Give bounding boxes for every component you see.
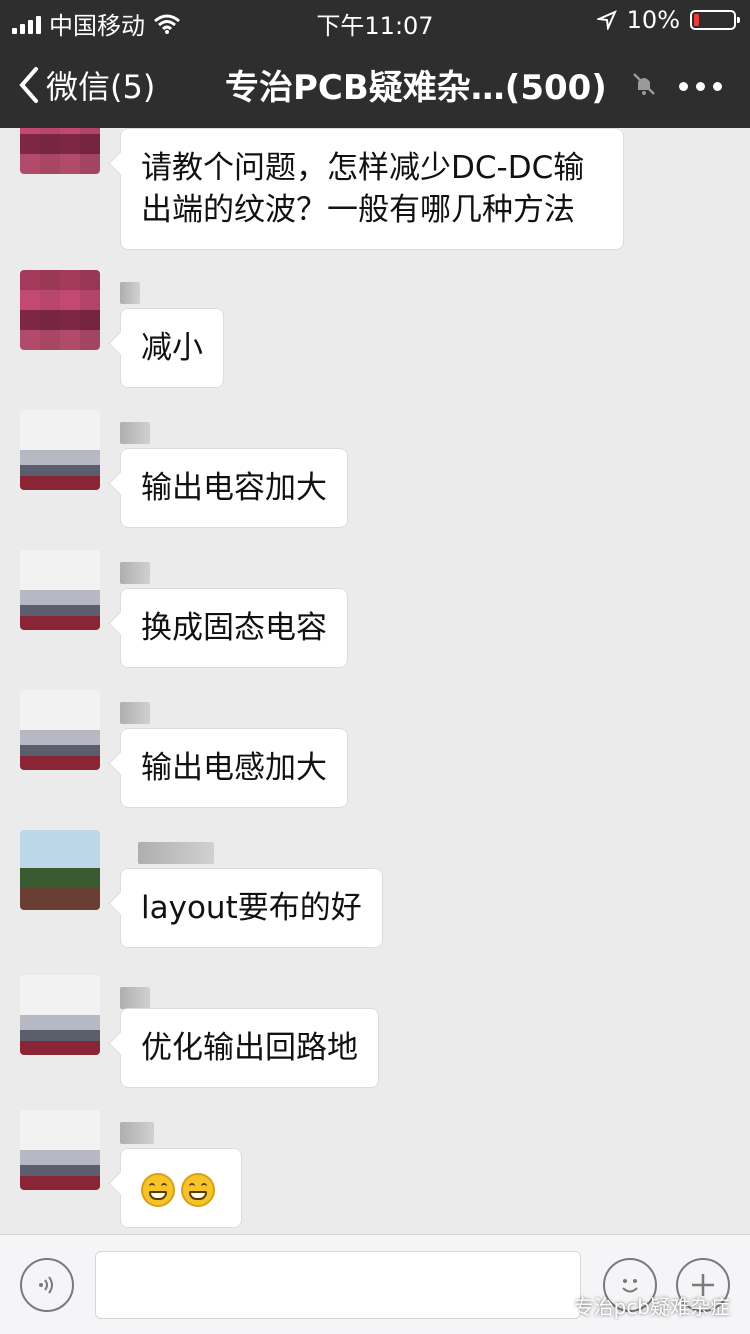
voice-icon xyxy=(39,1276,53,1294)
location-icon xyxy=(596,10,617,30)
message-bubble[interactable]: layout要布的好 xyxy=(120,868,383,948)
wechat-icon xyxy=(545,1297,568,1314)
back-label: 微信(5) xyxy=(46,68,156,106)
avatar[interactable] xyxy=(20,1110,100,1190)
status-bar: 中国移动 下午11:07 10% xyxy=(0,0,750,40)
message-bubble[interactable]: 请教个问题，怎样减少DC-DC输出端的纹波？一般有哪几种方法 xyxy=(120,128,624,250)
input-bar: 专治pcb疑难杂症 xyxy=(0,1234,750,1334)
back-button[interactable]: 微信(5) xyxy=(18,62,155,108)
grin-emoji-icon xyxy=(181,1172,215,1207)
avatar[interactable] xyxy=(20,690,100,770)
message-bubble[interactable] xyxy=(120,1148,242,1228)
chat-title: 专治PCB疑难杂…(500) xyxy=(225,68,607,108)
avatar[interactable] xyxy=(20,975,100,1055)
grin-emoji-icon xyxy=(141,1172,175,1207)
battery-percent: 10% xyxy=(626,6,680,34)
avatar[interactable] xyxy=(20,128,100,174)
message-bubble[interactable]: 优化输出回路地 xyxy=(120,1008,379,1088)
mute-icon xyxy=(633,73,655,95)
nav-bar: 微信(5) 专治PCB疑难杂…(500) xyxy=(0,40,750,128)
watermark: 专治pcb疑难杂症 xyxy=(545,1291,730,1320)
avatar[interactable] xyxy=(20,270,100,350)
sender-name xyxy=(120,282,140,304)
more-button[interactable] xyxy=(679,82,722,91)
message-bubble[interactable]: 输出电容加大 xyxy=(120,448,348,528)
sender-name xyxy=(120,702,150,724)
avatar[interactable] xyxy=(20,410,100,490)
chevron-left-icon xyxy=(19,67,38,103)
sender-name xyxy=(138,842,214,864)
message-bubble[interactable]: 输出电感加大 xyxy=(120,728,348,808)
message-bubble[interactable]: 减小 xyxy=(120,308,224,388)
status-right: 10% xyxy=(596,6,740,34)
watermark-text: 专治pcb疑难杂症 xyxy=(573,1295,730,1319)
sender-name xyxy=(120,1122,154,1144)
message-input[interactable] xyxy=(95,1251,581,1319)
chat-list[interactable]: 请教个问题，怎样减少DC-DC输出端的纹波？一般有哪几种方法 减小 输出电容加大… xyxy=(0,128,750,1234)
sender-name xyxy=(120,562,150,584)
message-bubble[interactable]: 换成固态电容 xyxy=(120,588,348,668)
avatar[interactable] xyxy=(20,830,100,910)
sender-name xyxy=(120,422,150,444)
voice-button[interactable] xyxy=(20,1258,74,1312)
avatar[interactable] xyxy=(20,550,100,630)
sender-name xyxy=(120,987,150,1009)
battery-icon xyxy=(690,10,740,30)
